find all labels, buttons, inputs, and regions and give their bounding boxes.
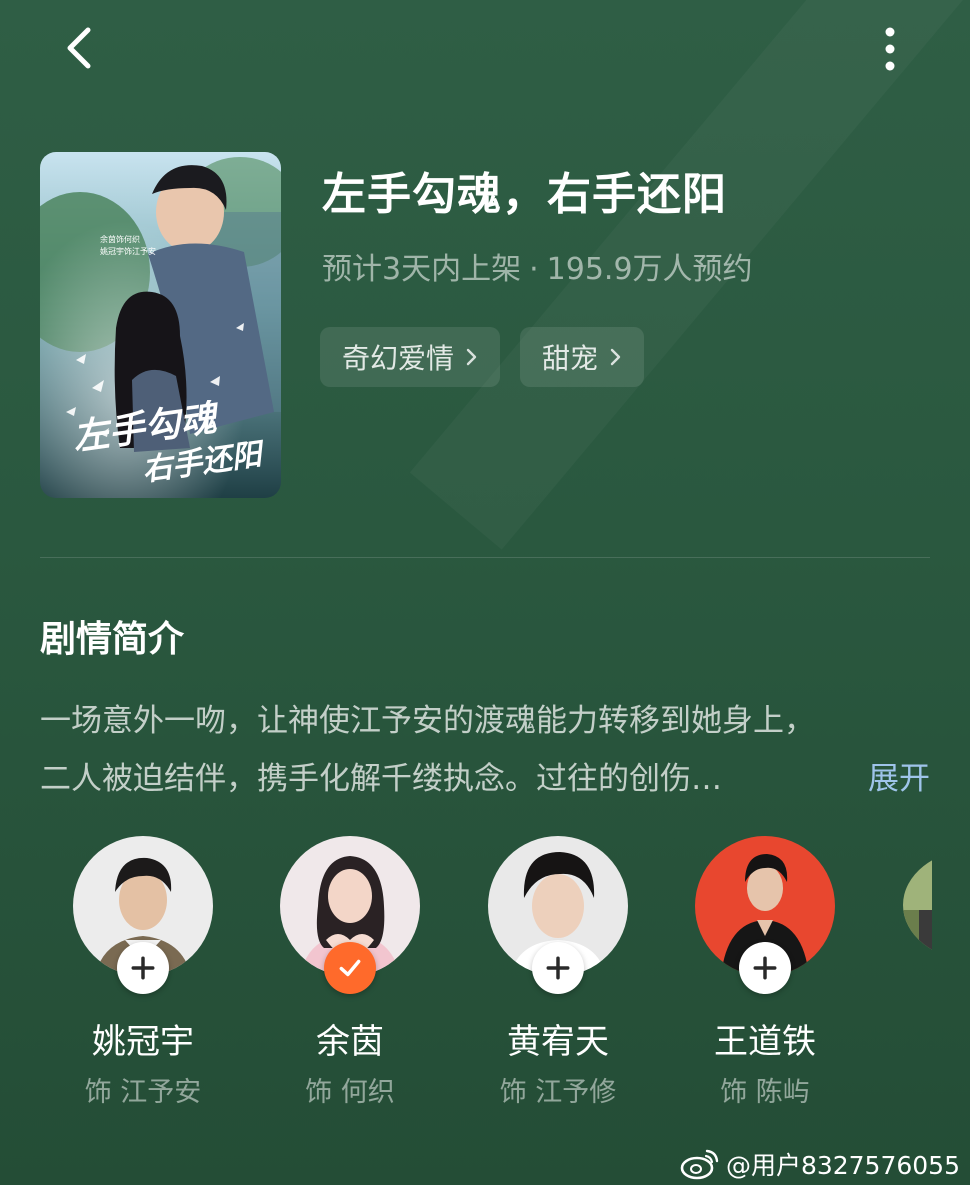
chevron-right-icon bbox=[610, 348, 621, 366]
cast-item[interactable]: 余茵 饰 何织 bbox=[246, 836, 454, 1116]
drama-poster[interactable]: 余茵饰何织 姚冠宇饰江予安 左手勾魂 右手还阳 bbox=[40, 152, 281, 498]
actor-avatar-partial[interactable] bbox=[903, 850, 932, 960]
follow-button[interactable] bbox=[739, 942, 791, 994]
drama-title: 左手勾魂，右手还阳 bbox=[322, 169, 727, 220]
synopsis-line-text: 二人被迫结伴，携手化解千缕执念。过往的创伤… bbox=[40, 761, 722, 797]
cast-item[interactable]: 王道铁 饰 陈屿 bbox=[661, 836, 869, 1116]
poster-credits-2: 姚冠宇饰江予安 bbox=[100, 246, 156, 256]
check-icon bbox=[339, 959, 361, 977]
expand-link[interactable]: 展开 bbox=[868, 750, 930, 808]
actor-name: 姚冠宇 bbox=[92, 1022, 194, 1062]
plus-icon bbox=[131, 956, 155, 980]
synopsis-line: 一场意外一吻，让神使江予安的渡魂能力转移到她身上， bbox=[40, 703, 815, 739]
actor-avatar-wrap bbox=[695, 836, 835, 994]
section-divider bbox=[40, 557, 930, 558]
tag-label: 奇幻爱情 bbox=[342, 342, 455, 375]
actor-avatar-wrap bbox=[488, 836, 628, 994]
release-note: 预计3天内上架 bbox=[322, 252, 522, 287]
actor-role: 饰 江予安 bbox=[84, 1077, 202, 1108]
more-vertical-icon bbox=[885, 27, 895, 71]
actor-name: 王道铁 bbox=[714, 1022, 816, 1062]
cast-list: 姚冠宇 饰 江予安 余茵 饰 何织 黄宥天 饰 江予修 王道铁 饰 陈屿 bbox=[0, 836, 932, 1116]
synopsis-heading: 剧情简介 bbox=[40, 619, 185, 660]
genre-tags: 奇幻爱情 甜宠 bbox=[320, 327, 645, 387]
cast-item[interactable]: 黄宥天 饰 江予修 bbox=[454, 836, 662, 1116]
back-button[interactable] bbox=[56, 22, 108, 74]
follow-button[interactable] bbox=[532, 942, 584, 994]
plus-icon bbox=[753, 956, 777, 980]
chevron-right-icon bbox=[466, 348, 477, 366]
actor-role: 饰 陈屿 bbox=[720, 1077, 810, 1108]
watermark-text: @用户8327576055 bbox=[725, 1151, 960, 1180]
tag-sweet-romance[interactable]: 甜宠 bbox=[520, 327, 645, 387]
followed-button[interactable] bbox=[324, 942, 376, 994]
reservation-count: 195.9万人预约 bbox=[546, 252, 753, 287]
actor-role: 饰 江予修 bbox=[499, 1077, 617, 1108]
plus-icon bbox=[546, 956, 570, 980]
poster-image: 余茵饰何织 姚冠宇饰江予安 左手勾魂 右手还阳 bbox=[40, 152, 281, 498]
actor-avatar-wrap bbox=[73, 836, 213, 994]
release-info: 预计3天内上架 · 195.9万人预约 bbox=[322, 244, 753, 288]
poster-credits: 余茵饰何织 bbox=[100, 234, 140, 244]
actor-avatar-wrap bbox=[280, 836, 420, 994]
follow-button[interactable] bbox=[117, 942, 169, 994]
tag-label: 甜宠 bbox=[542, 342, 599, 375]
synopsis-text: 一场意外一吻，让神使江予安的渡魂能力转移到她身上， 二人被迫结伴，携手化解千缕执… bbox=[40, 692, 930, 808]
actor-name: 黄宥天 bbox=[507, 1022, 609, 1062]
actor-role: 饰 何织 bbox=[305, 1077, 395, 1108]
tag-fantasy-romance[interactable]: 奇幻爱情 bbox=[320, 327, 501, 387]
cast-item[interactable]: 姚冠宇 饰 江予安 bbox=[39, 836, 247, 1116]
chevron-left-icon bbox=[67, 27, 91, 69]
watermark: @用户8327576055 bbox=[680, 1146, 960, 1182]
synopsis-line: 二人被迫结伴，携手化解千缕执念。过往的创伤… 展开 bbox=[40, 750, 930, 808]
meta-separator: · bbox=[529, 252, 539, 287]
more-options-button[interactable] bbox=[868, 24, 912, 76]
actor-name: 余茵 bbox=[316, 1022, 384, 1062]
weibo-icon bbox=[680, 1149, 719, 1180]
